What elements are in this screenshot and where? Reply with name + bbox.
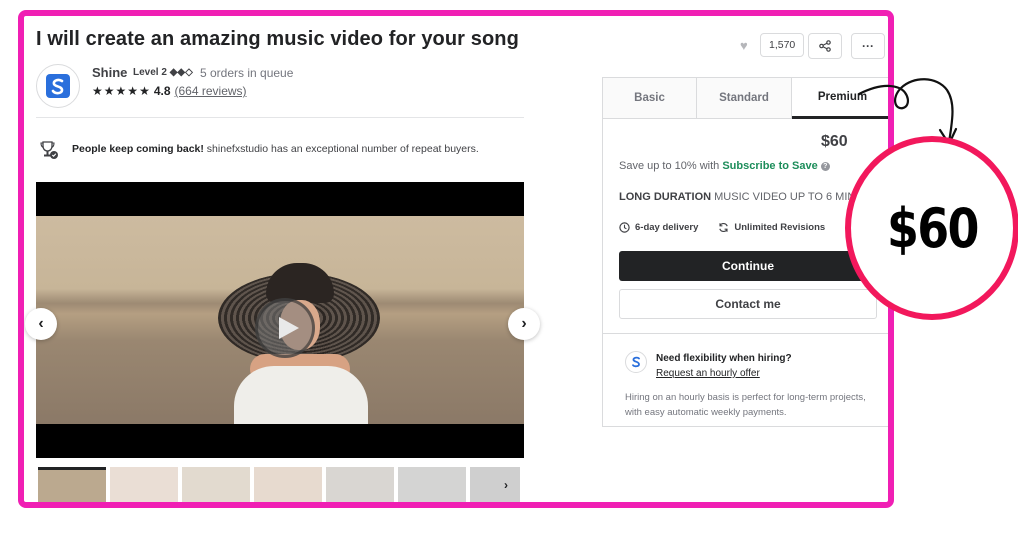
more-options-button[interactable]: ···: [851, 33, 885, 59]
hourly-description: Hiring on an hourly basis is perfect for…: [625, 392, 866, 418]
thumbnail[interactable]: [470, 467, 520, 502]
thumbnail-next-icon[interactable]: ›: [504, 478, 508, 492]
continue-button[interactable]: Continue: [619, 251, 877, 281]
highlight-frame: I will create an amazing music video for…: [18, 10, 894, 508]
hourly-title: Need flexibility when hiring?: [656, 353, 792, 364]
next-slide-button[interactable]: ›: [508, 308, 540, 340]
rating-value: 4.8: [153, 84, 171, 98]
request-hourly-offer-link[interactable]: Request an hourly offer: [656, 368, 760, 379]
star-icon: ★: [92, 84, 103, 98]
repeat-buyers-text: People keep coming back! shinefxstudio h…: [72, 143, 479, 155]
package-price: $60: [821, 133, 848, 150]
video-subject-dress: [234, 366, 368, 424]
thumbnail[interactable]: [182, 467, 250, 502]
save-text: Save up to 10% with: [619, 160, 723, 172]
gig-title: I will create an amazing music video for…: [36, 28, 519, 50]
gig-page: I will create an amazing music video for…: [24, 16, 888, 502]
thumbnail[interactable]: [38, 467, 106, 502]
share-icon: [819, 40, 831, 52]
seller-avatar[interactable]: [36, 64, 80, 108]
star-icon: ★: [139, 84, 150, 98]
revisions-count: Unlimited Revisions: [734, 222, 826, 233]
video-player[interactable]: [36, 182, 524, 458]
chevron-left-icon: ‹: [38, 315, 44, 332]
subscribe-row: Save up to 10% with Subscribe to Save?: [619, 160, 830, 172]
thumbnail[interactable]: [326, 467, 394, 502]
package-description: LONG DURATION MUSIC VIDEO UP TO 6 MIN: [619, 191, 856, 203]
price-callout: $60: [845, 136, 1018, 320]
more-icon: ···: [862, 39, 874, 53]
divider: [603, 333, 888, 334]
chevron-right-icon: ›: [521, 315, 527, 332]
star-icon: ★: [127, 84, 139, 98]
hourly-logo-icon: [625, 351, 647, 373]
seller-level-badge: Level 2 ◆◆◇: [133, 67, 193, 78]
reviews-link[interactable]: (664 reviews): [175, 84, 247, 98]
package-tabs: Basic Standard Premium: [603, 78, 888, 119]
share-button[interactable]: [808, 33, 842, 59]
clock-icon: [619, 222, 630, 233]
info-icon[interactable]: ?: [820, 162, 830, 171]
subscribe-link[interactable]: Subscribe to Save: [722, 160, 817, 172]
thumbnail-strip: [36, 467, 524, 502]
like-count: 1,570: [760, 33, 805, 57]
previous-slide-button[interactable]: ‹: [25, 308, 57, 340]
play-button[interactable]: [255, 298, 315, 358]
divider: [36, 117, 524, 118]
orders-in-queue: 5 orders in queue: [200, 66, 294, 80]
star-icon: ★: [115, 84, 127, 98]
tab-basic[interactable]: Basic: [603, 78, 697, 118]
seller-name[interactable]: Shine: [92, 65, 127, 80]
callout-price: $60: [886, 196, 979, 260]
tab-standard[interactable]: Standard: [697, 78, 792, 118]
repeat-buyers-banner: People keep coming back! shinefxstudio h…: [36, 139, 536, 163]
delivery-time: 6-day delivery: [635, 222, 699, 233]
heart-icon[interactable]: ♥: [740, 38, 748, 53]
revisions-icon: [719, 222, 729, 233]
play-icon: [278, 317, 299, 339]
thumbnail[interactable]: [398, 467, 466, 502]
video-subject-hat-crown: [266, 263, 334, 303]
contact-me-button[interactable]: Contact me: [619, 289, 877, 319]
thumbnail[interactable]: [254, 467, 322, 502]
thumbnail[interactable]: [110, 467, 178, 502]
star-icon: ★: [103, 84, 115, 98]
trophy-icon: [40, 141, 58, 159]
seller-logo-icon: [46, 74, 70, 98]
rating-row: ★ ★ ★ ★ ★ 4.8 (664 reviews): [92, 84, 247, 98]
delivery-info: 6-day delivery Unlimited Revisions: [619, 222, 825, 233]
seller-info: Shine Level 2 ◆◆◇ 5 orders in queue ★ ★ …: [36, 62, 536, 108]
